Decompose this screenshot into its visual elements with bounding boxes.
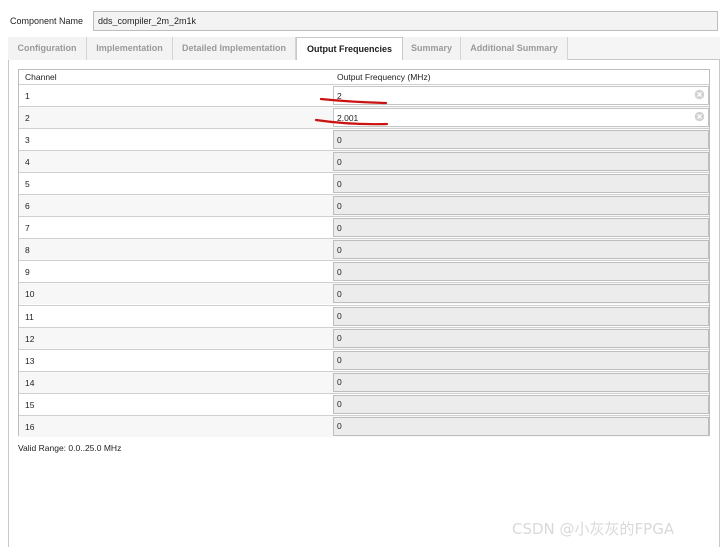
channel-number: 8 [25,245,30,256]
frequency-column-header: Output Frequency (MHz) [337,72,431,82]
channel-number: 15 [25,399,35,410]
frequency-input-channel-14[interactable] [333,372,709,392]
table-row: 9 [19,260,709,282]
frequency-input-channel-8[interactable] [333,240,709,260]
output-frequency-table: Channel Output Frequency (MHz) 123456789… [18,69,710,437]
table-row: 7 [19,216,709,238]
table-row: 10 [19,282,709,305]
table-row: 16 [19,414,709,437]
channel-number: 4 [25,157,30,168]
tab-bar: Configuration Implementation Detailed Im… [8,37,720,61]
channel-number: 6 [25,201,30,212]
table-row: 3 [19,128,709,150]
frequency-input-channel-2[interactable] [333,108,709,128]
frequency-input-channel-13[interactable] [333,350,709,370]
clear-circle-icon[interactable] [694,89,705,100]
table-header: Channel Output Frequency (MHz) [19,70,709,84]
channel-number: 1 [25,91,30,101]
table-row: 13 [19,348,709,371]
frequency-input-channel-5[interactable] [333,174,709,194]
channel-number: 16 [25,421,35,432]
dds-compiler-output-frequencies-window: Component Name Configuration Implementat… [0,0,726,547]
table-row: 15 [19,392,709,415]
channel-column-header: Channel [25,72,57,82]
component-name-input[interactable] [93,11,718,31]
table-row: 11 [19,304,709,327]
frequency-input-channel-7[interactable] [333,218,709,238]
tab-summary[interactable]: Summary [403,37,461,60]
tab-detailed-implementation[interactable]: Detailed Implementation [173,37,296,60]
frequency-input-channel-16[interactable] [333,416,709,436]
channel-number: 2 [25,113,30,124]
frequency-input-channel-15[interactable] [333,394,709,414]
frequency-input-channel-1[interactable] [333,86,709,105]
frequency-input-channel-9[interactable] [333,262,709,282]
frequency-input-channel-3[interactable] [333,130,709,150]
csdn-watermark: CSDN @小灰灰的FPGA [512,520,675,538]
channel-number: 9 [25,267,30,278]
frequency-input-channel-11[interactable] [333,306,709,326]
channel-number: 10 [25,289,35,300]
clear-circle-icon[interactable] [694,111,705,122]
table-row: 5 [19,172,709,194]
channel-number: 11 [25,311,34,322]
channel-number: 13 [25,355,35,366]
tab-output-frequencies[interactable]: Output Frequencies [296,37,403,61]
valid-range-text: Valid Range: 0.0..25.0 MHz [18,443,122,453]
table-row: 4 [19,150,709,173]
channel-number: 3 [25,135,30,146]
frequency-input-channel-6[interactable] [333,196,709,216]
frequency-input-channel-12[interactable] [333,328,709,348]
table-row: 12 [19,326,709,349]
frequency-input-channel-10[interactable] [333,284,709,304]
table-row: 8 [19,238,709,261]
tab-implementation[interactable]: Implementation [87,37,173,60]
table-row: 2 [19,106,709,129]
tab-configuration[interactable]: Configuration [8,37,87,60]
component-name-label: Component Name [10,16,84,26]
channel-number: 12 [25,333,35,344]
table-row: 14 [19,370,709,393]
channel-number: 5 [25,179,30,190]
frequency-input-channel-4[interactable] [333,152,709,172]
channel-number: 7 [25,223,30,234]
table-row: 1 [19,84,709,106]
tab-additional-summary[interactable]: Additional Summary [461,37,568,60]
channel-number: 14 [25,377,35,388]
table-row: 6 [19,194,709,217]
component-name-row: Component Name [0,0,726,36]
